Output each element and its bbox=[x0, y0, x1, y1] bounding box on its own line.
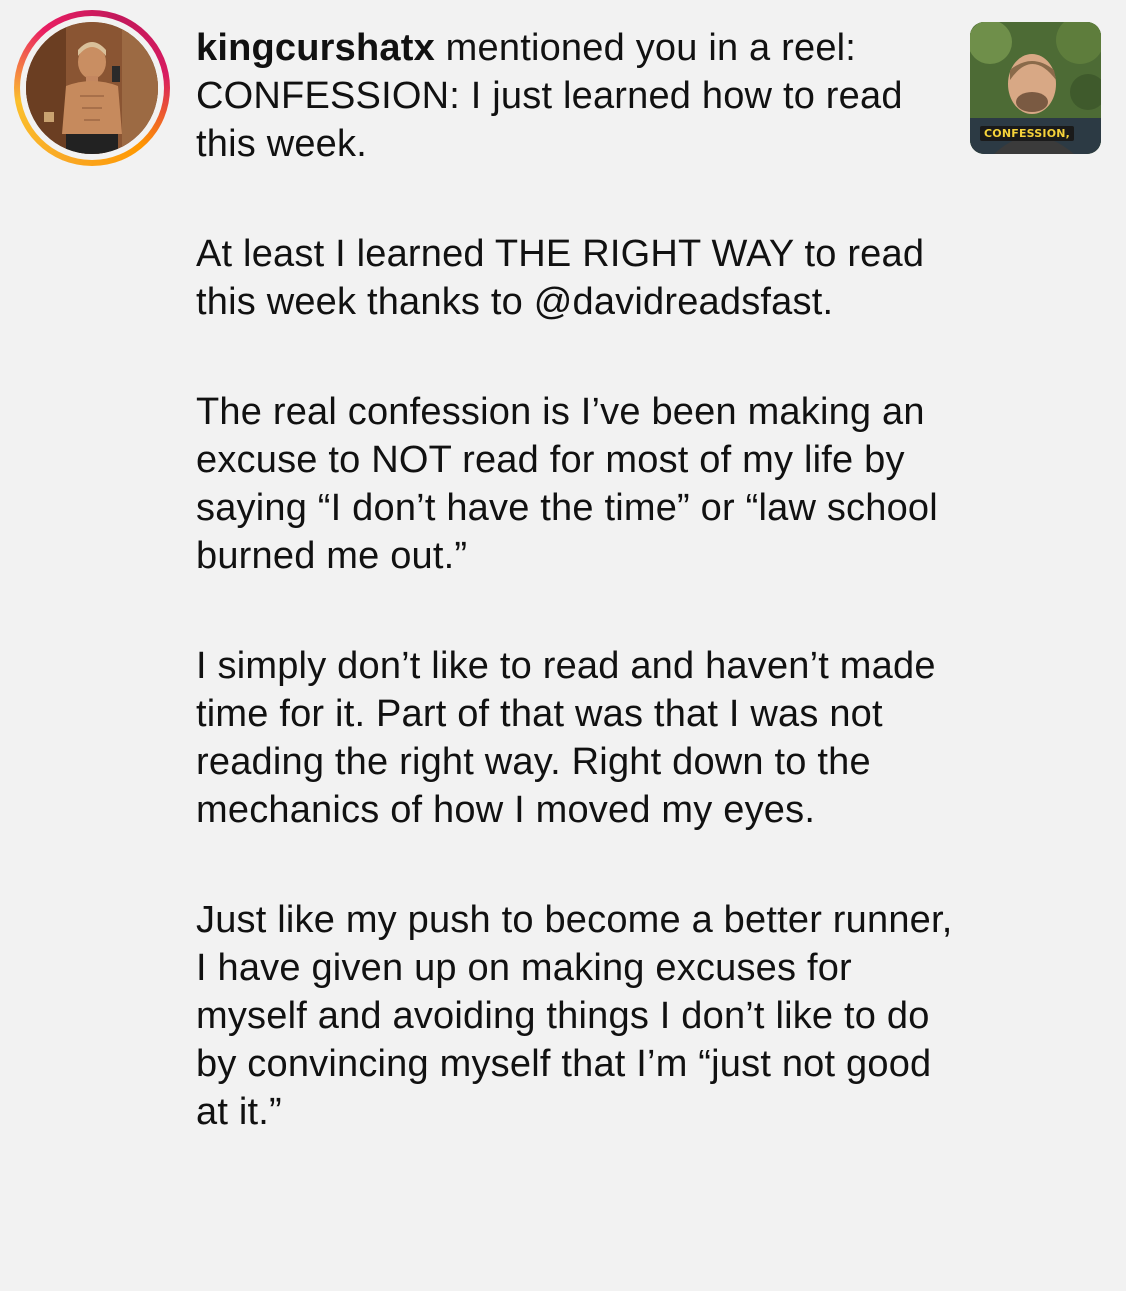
action-text: mentioned you in a reel: bbox=[434, 27, 857, 69]
caption-paragraph-1: CONFESSION: I just learned how to read t… bbox=[196, 75, 903, 165]
notification-text: kingcurshatx mentioned you in a reel: CON… bbox=[196, 24, 956, 1136]
caption-paragraph-2: At least I learned THE RIGHT WAY to read… bbox=[196, 233, 925, 323]
profile-photo-icon bbox=[26, 22, 158, 154]
caption-paragraph-5: Just like my push to become a better run… bbox=[196, 899, 953, 1133]
caption-paragraph-4: I simply don’t like to read and haven’t … bbox=[196, 645, 936, 831]
caption-paragraph-3: The real confession is I’ve been making … bbox=[196, 391, 938, 577]
avatar[interactable] bbox=[26, 22, 158, 154]
username-link[interactable]: kingcurshatx bbox=[196, 27, 435, 69]
first-paragraph: kingcurshatx mentioned you in a reel: CON… bbox=[196, 24, 956, 168]
reel-thumbnail[interactable]: CONFESSION, bbox=[970, 22, 1101, 154]
reel-mention-notification[interactable]: kingcurshatx mentioned you in a reel: CON… bbox=[0, 0, 1126, 1291]
story-ring[interactable] bbox=[14, 10, 170, 166]
thumbnail-caption: CONFESSION, bbox=[980, 126, 1075, 141]
